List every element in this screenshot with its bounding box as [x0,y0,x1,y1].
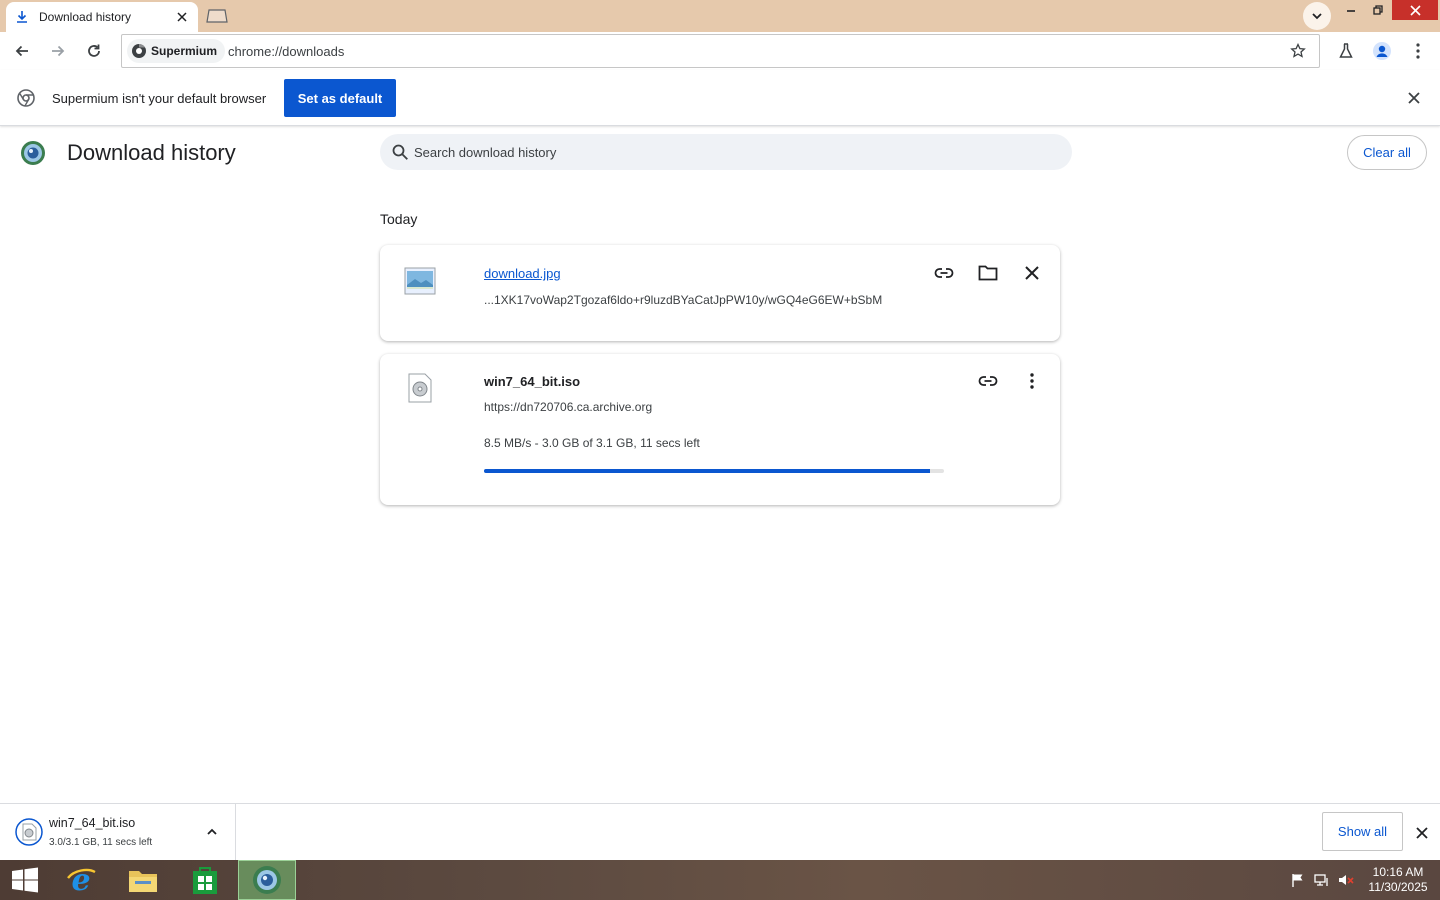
chevron-up-icon[interactable] [203,823,221,841]
taskbar-store[interactable] [176,860,234,900]
infobar-close-icon[interactable] [1405,89,1423,107]
folder-icon [978,265,998,281]
shelf-file-name: win7_64_bit.iso [49,816,136,830]
close-window-button[interactable] [1392,0,1438,20]
shelf-close-icon[interactable] [1412,823,1432,843]
site-chip-label: Supermium [151,44,218,58]
browser-logo-icon [132,44,146,58]
network-icon[interactable] [1314,872,1330,888]
action-center-flag-icon[interactable] [1290,872,1306,888]
set-as-default-button[interactable]: Set as default [284,79,396,117]
forward-button[interactable] [43,36,73,66]
clock-date: 11/30/2025 [1368,880,1428,894]
minimize-icon [1347,10,1355,12]
reload-icon [88,44,100,57]
tab-search-button[interactable] [1303,2,1331,30]
disc-file-icon [408,373,432,403]
download-item: win7_64_bit.iso https://dn720706.ca.arch… [380,354,1060,505]
kebab-menu-icon [1030,373,1034,389]
progress-fill [484,469,931,473]
windows-logo-icon [12,867,38,893]
tab-close-icon[interactable] [174,9,190,25]
tab-strip: Download history [0,0,1440,32]
shelf-download-item[interactable]: win7_64_bit.iso 3.0/3.1 GB, 11 secs left [0,804,236,861]
infobar-message: Supermium isn't your default browser [52,91,267,106]
internet-explorer-icon: e [67,864,96,896]
clock-time: 10:16 AM [1372,865,1424,879]
search-icon [392,144,408,160]
download-progress-bar [484,469,944,473]
browser-menu-button[interactable] [1405,38,1431,64]
url-text[interactable]: chrome://downloads [228,44,344,59]
date-section-header: Today [380,211,418,227]
new-tab-button[interactable] [204,7,230,25]
copy-link-button[interactable] [974,367,1002,395]
file-url[interactable]: ...1XK17voWap2Tgozaf6ldo+r9luzdBYaCatJpP… [484,293,882,307]
restore-button[interactable] [1361,0,1395,20]
flask-icon [1339,43,1353,58]
copy-link-button[interactable] [930,259,958,287]
shelf-file-status: 3.0/3.1 GB, 11 secs left [49,837,153,848]
taskbar-internet-explorer[interactable]: e [52,860,110,900]
volume-muted-icon[interactable] [1338,872,1354,888]
taskbar-supermium[interactable] [238,860,296,900]
browser-logo-icon [253,866,281,894]
bookmark-star-icon[interactable] [1289,42,1307,60]
link-icon [978,376,998,386]
file-name-link[interactable]: download.jpg [484,266,561,281]
show-in-folder-button[interactable] [974,259,1002,287]
show-all-button[interactable]: Show all [1322,812,1403,851]
taskbar-file-explorer[interactable] [114,860,172,900]
close-icon [1409,4,1421,16]
browser-toolbar: Supermium chrome://downloads [0,32,1440,70]
search-bar[interactable] [380,134,1072,170]
default-browser-infobar: Supermium isn't your default browser Set… [0,70,1440,126]
labs-button[interactable] [1333,38,1359,64]
tab-download-history[interactable]: Download history [6,2,198,32]
kebab-menu-icon [1416,43,1420,59]
link-icon [934,268,954,278]
remove-from-list-button[interactable] [1018,259,1046,287]
clear-all-button[interactable]: Clear all [1347,135,1427,170]
page-title: Download history [67,140,236,165]
back-arrow-icon [15,45,28,57]
system-clock[interactable]: 10:16 AM 11/30/2025 [1360,865,1436,895]
browser-logo-icon [17,89,35,107]
download-shelf: win7_64_bit.iso 3.0/3.1 GB, 11 secs left… [0,803,1440,861]
download-status: 8.5 MB/s - 3.0 GB of 3.1 GB, 11 secs lef… [484,436,700,450]
file-name: win7_64_bit.iso [484,374,581,389]
forward-arrow-icon [52,45,65,57]
search-input[interactable] [414,134,1054,170]
folder-icon [129,871,157,892]
image-file-icon [404,267,436,295]
disc-file-icon [15,818,43,846]
reload-button[interactable] [79,36,109,66]
start-button[interactable] [0,860,50,900]
download-icon [14,9,30,25]
more-actions-button[interactable] [1018,367,1046,395]
avatar-icon [1373,42,1391,60]
profile-button[interactable] [1369,38,1395,64]
store-icon [193,867,217,894]
downloads-logo-icon [21,141,45,165]
chevron-down-icon [1312,13,1322,20]
tab-title: Download history [39,10,132,24]
address-bar[interactable]: Supermium chrome://downloads [121,34,1320,68]
taskbar: e 10:16 AM 11/30/2025 [0,860,1440,900]
file-url[interactable]: https://dn720706.ca.archive.org [484,400,652,414]
back-button[interactable] [7,36,37,66]
restore-icon [1373,5,1383,15]
site-info-chip[interactable]: Supermium [127,39,226,63]
download-item: download.jpg ...1XK17voWap2Tgozaf6ldo+r9… [380,245,1060,341]
close-icon [1025,266,1039,280]
